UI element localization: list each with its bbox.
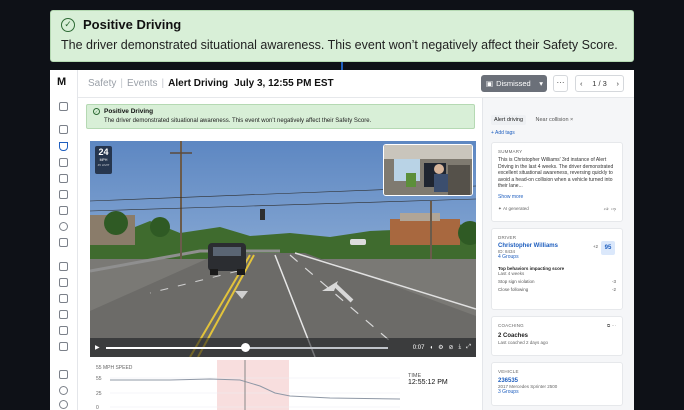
safety-score-badge: 95 — [601, 241, 615, 255]
behavior-value: -2 — [611, 287, 616, 292]
driver-groups-link[interactable]: 4 Groups — [498, 254, 616, 260]
behaviors-subtitle: Last 4 weeks — [498, 271, 525, 276]
callout-title: Positive Driving — [83, 17, 182, 32]
vehicle-label: VEHICLE — [498, 369, 519, 374]
copy-icon[interactable]: ⧉ ··· — [607, 323, 616, 328]
shield-icon[interactable] — [59, 142, 68, 151]
top-bar: Safety | Events | Alert Driving July 3, … — [78, 70, 634, 98]
tag-chip[interactable]: Alert driving — [491, 115, 527, 125]
behavior-row: Stop sign violation -3 — [498, 279, 616, 284]
check-circle-icon: ✓ — [61, 17, 75, 32]
bell-icon[interactable] — [59, 400, 68, 409]
badge-icon[interactable] — [59, 238, 68, 247]
video-scrubber-handle[interactable] — [241, 343, 250, 352]
help-icon[interactable] — [59, 386, 68, 395]
tag-label: Near collision — [535, 117, 569, 123]
speed-value: 24 — [98, 147, 109, 157]
y-tick-label: 0 — [96, 405, 99, 410]
brand-logo: M — [57, 76, 66, 88]
banner-message: The driver demonstrated situational awar… — [104, 118, 372, 124]
cab-interior-image — [384, 145, 472, 195]
driver-label: DRIVER — [498, 235, 517, 240]
map-icon[interactable] — [59, 125, 68, 134]
banner-title: Positive Driving — [104, 108, 154, 115]
search-icon[interactable] — [59, 102, 68, 111]
event-pager: ‹ 1 / 3 › — [575, 75, 624, 92]
page-title: Alert Driving — [168, 78, 229, 89]
y-tick-label: 55 — [96, 376, 102, 382]
summary-text: This is Christopher Williams' 3rd instan… — [498, 157, 614, 189]
chevron-left-icon[interactable]: ‹ — [580, 79, 583, 88]
event-side-panel: Alert driving Near collision × + Add tag… — [482, 98, 634, 410]
speed-chart-label: 55 MPH SPEED — [96, 365, 133, 371]
time-value: 12:55:12 PM — [408, 379, 448, 386]
breadcrumb-safety[interactable]: Safety — [88, 78, 116, 89]
behavior-name: Stop sign violation — [498, 279, 535, 284]
behavior-row: Close following -2 — [498, 287, 616, 292]
fullscreen-icon[interactable]: ⤢ — [466, 344, 471, 351]
app-window: M Safety | Events | Alert Driving July 3… — [50, 70, 634, 410]
shield-icon: ▣ — [486, 79, 494, 88]
coaching-subtitle: Last coached 2 days ago — [498, 340, 549, 345]
vehicle-groups-link[interactable]: 3 Groups — [498, 389, 616, 395]
thumbs-up-icon[interactable]: 👍︎ — [604, 206, 609, 212]
video-progress-fill — [106, 347, 245, 349]
show-more-link[interactable]: Show more — [498, 194, 616, 200]
files-icon[interactable] — [59, 342, 68, 351]
chevron-down-icon: ▾ — [539, 79, 543, 88]
add-tags-link[interactable]: + Add tags — [491, 130, 623, 136]
behavior-value: -3 — [611, 279, 616, 284]
dashcam-video[interactable]: 24 MPH 45 LIMIT — [90, 141, 476, 357]
driver-camera-pip[interactable] — [383, 144, 473, 196]
wrench-icon[interactable] — [59, 206, 68, 215]
coaching-title: 2 Coaches — [498, 333, 529, 339]
more-options-button[interactable]: ··· — [553, 75, 568, 92]
coaching-label: COACHING — [498, 323, 524, 328]
behavior-name: Close following — [498, 287, 529, 292]
hide-icon[interactable]: ⊘ — [449, 344, 454, 351]
user-icon[interactable] — [59, 222, 68, 231]
breadcrumb-separator: | — [161, 78, 165, 89]
layers-icon[interactable] — [59, 278, 68, 287]
inbox-icon[interactable] — [59, 158, 68, 167]
breadcrumb-separator: | — [120, 78, 123, 89]
dismissed-button[interactable]: ▣ Dismissed ▾ — [481, 75, 547, 92]
positive-driving-callout: ✓ Positive Driving The driver demonstrat… — [50, 10, 634, 62]
chevron-right-icon[interactable]: › — [617, 79, 620, 88]
speed-overlay: 24 MPH 45 LIMIT — [95, 146, 112, 174]
document-icon[interactable] — [59, 174, 68, 183]
chart-icon[interactable] — [59, 310, 68, 319]
positive-driving-banner: ✓ Positive Driving The driver demonstrat… — [86, 104, 475, 129]
summary-label: SUMMARY — [498, 149, 523, 154]
volume-icon[interactable]: ◖ — [429, 345, 433, 351]
breadcrumb-events[interactable]: Events — [127, 78, 158, 89]
tag-chip[interactable]: Near collision × — [533, 115, 577, 125]
play-icon[interactable]: ▶ — [95, 344, 100, 351]
speed-limit: 45 LIMIT — [97, 163, 110, 167]
event-date: July 3, 12:55 PM EST — [234, 78, 334, 89]
pager-label: 1 / 3 — [592, 79, 607, 88]
calendar-icon[interactable] — [59, 326, 68, 335]
download-icon[interactable]: ⤓ — [459, 344, 462, 351]
people-icon[interactable] — [59, 370, 68, 379]
left-nav-rail: M — [50, 70, 78, 410]
time-readout: TIME 12:55:12 PM — [408, 373, 448, 386]
report-icon[interactable] — [59, 294, 68, 303]
check-circle-icon: ✓ — [93, 108, 100, 115]
vehicle-card: VEHICLE 236535 2017 Mercedes Sprinter 25… — [491, 362, 623, 406]
y-tick-label: 25 — [96, 391, 102, 397]
video-icon[interactable] — [59, 190, 68, 199]
driver-card: DRIVER Christopher Williams ID: 8434 4 G… — [491, 228, 623, 310]
score-delta: +2 — [592, 244, 598, 249]
ai-generated-label: AI generated — [503, 206, 529, 211]
thumbs-down-icon[interactable]: 👎︎ — [611, 206, 616, 212]
fuel-icon[interactable] — [59, 262, 68, 271]
video-timestamp: 0:07 — [412, 344, 425, 351]
dismissed-label: Dismissed — [496, 79, 531, 88]
coaching-card: COACHING ⧉ ··· 2 Coaches Last coached 2 … — [491, 316, 623, 356]
callout-message: The driver demonstrated situational awar… — [61, 38, 618, 52]
summary-card: SUMMARY This is Christopher Williams' 3r… — [491, 142, 623, 222]
settings-icon[interactable]: ⚙ — [438, 344, 443, 351]
